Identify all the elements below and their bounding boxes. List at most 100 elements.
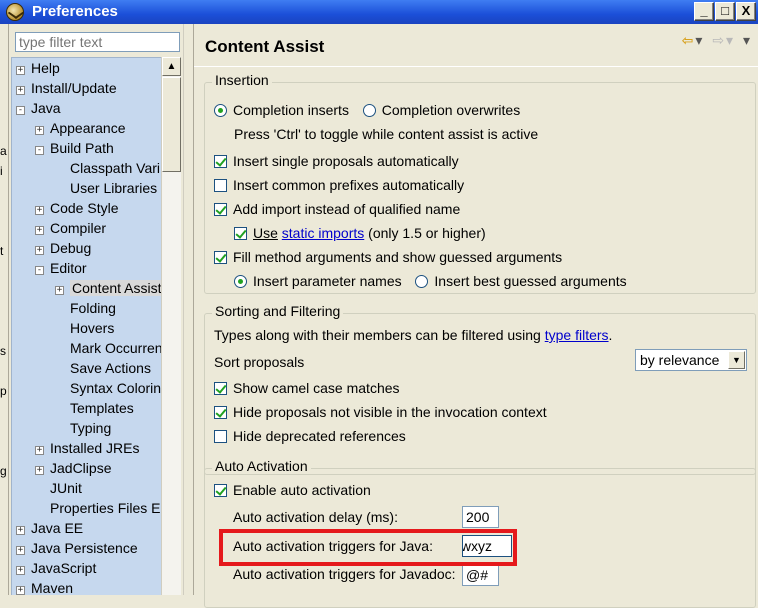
add-import-row[interactable]: Add import instead of qualified name [214, 198, 460, 220]
expand-icon[interactable]: + [16, 546, 25, 555]
back-menu-icon[interactable]: ▾ [695, 32, 702, 48]
filter-input[interactable] [15, 32, 180, 52]
preference-tree[interactable]: + Help + Install/Update - Java + Appearance - Bui… [11, 57, 161, 595]
java-triggers-input[interactable]: /wxyz [462, 535, 512, 557]
add-import-checkbox[interactable] [214, 203, 227, 216]
expand-icon[interactable]: + [16, 66, 25, 75]
close-button[interactable]: X [736, 2, 756, 21]
tree-item-label[interactable]: Help [31, 60, 60, 76]
static-imports-link[interactable]: static imports [282, 225, 364, 241]
expand-icon[interactable]: + [55, 286, 64, 295]
tree-item[interactable]: Mark Occurren [55, 338, 161, 358]
tree-item[interactable]: User Libraries [55, 178, 157, 198]
tree-item[interactable]: + Content Assist [55, 278, 161, 298]
insert-prefixes-checkbox[interactable] [214, 179, 227, 192]
tree-item-label[interactable]: Mark Occurren [70, 340, 161, 356]
tree-item[interactable]: Properties Files E [35, 498, 160, 518]
tree-item[interactable]: - Build Path [35, 138, 114, 158]
tree-item[interactable]: JUnit [35, 478, 82, 498]
expand-icon[interactable]: + [35, 246, 44, 255]
tree-item-label[interactable]: JadClipse [50, 460, 111, 476]
tree-item[interactable]: + Help [16, 58, 60, 78]
tree-item-label[interactable]: Compiler [50, 220, 106, 236]
tree-item[interactable]: Templates [55, 398, 134, 418]
view-menu-icon[interactable]: ▾ [743, 32, 750, 48]
tree-item-label[interactable]: Hovers [70, 320, 114, 336]
tree-item-label[interactable]: JUnit [50, 480, 82, 496]
completion-inserts-label[interactable]: Completion inserts [233, 102, 349, 118]
completion-overwrites-radio[interactable] [362, 104, 376, 117]
sort-proposals-select[interactable]: by relevance ▼ [635, 349, 747, 371]
tree-item-label[interactable]: Code Style [50, 200, 118, 216]
camel-case-label[interactable]: Show camel case matches [233, 380, 400, 396]
scroll-thumb[interactable] [162, 77, 181, 172]
expand-icon[interactable]: + [16, 86, 25, 95]
panel-sash[interactable] [183, 24, 193, 595]
type-filters-link[interactable]: type filters [545, 327, 609, 343]
tree-item-label[interactable]: Save Actions [70, 360, 151, 376]
collapse-icon[interactable]: - [16, 106, 25, 115]
tree-item-label[interactable]: JavaScript [31, 560, 96, 576]
expand-icon[interactable]: + [35, 126, 44, 135]
collapse-icon[interactable]: - [35, 266, 44, 275]
tree-scrollbar[interactable]: ▲ [161, 57, 181, 595]
tree-item-label[interactable]: Classpath Vari [70, 160, 160, 176]
expand-icon[interactable]: + [35, 466, 44, 475]
add-import-label[interactable]: Add import instead of qualified name [233, 201, 460, 217]
insert-single-checkbox[interactable] [214, 155, 227, 168]
use-label[interactable]: Use [253, 225, 278, 241]
expand-icon[interactable]: + [35, 446, 44, 455]
maximize-button[interactable]: □ [715, 2, 735, 21]
scroll-up-arrow-icon[interactable]: ▲ [162, 57, 181, 76]
insert-param-names-label[interactable]: Insert parameter names [253, 273, 402, 289]
tree-item[interactable]: + JavaScript [16, 558, 96, 578]
tree-item-label[interactable]: Maven [31, 580, 73, 595]
tree-item[interactable]: + Install/Update [16, 78, 117, 98]
tree-item[interactable]: Syntax Colorin [55, 378, 161, 398]
tree-item-label[interactable]: Java Persistence [31, 540, 138, 556]
expand-icon[interactable]: + [35, 226, 44, 235]
chevron-down-icon[interactable]: ▼ [728, 351, 745, 369]
delay-input[interactable]: 200 [462, 506, 499, 528]
tree-item-label[interactable]: Java [31, 100, 61, 116]
tree-item[interactable]: + Maven [16, 578, 73, 595]
tree-item-label[interactable]: Debug [50, 240, 91, 256]
fill-method-checkbox[interactable] [214, 251, 227, 264]
tree-item-label[interactable]: Properties Files E [50, 500, 160, 516]
tree-item[interactable]: Hovers [55, 318, 114, 338]
tree-item-label[interactable]: Build Path [50, 140, 114, 156]
tree-item-label[interactable]: User Libraries [70, 180, 157, 196]
tree-item[interactable]: + Code Style [35, 198, 118, 218]
completion-overwrites-label[interactable]: Completion overwrites [382, 102, 521, 118]
expand-icon[interactable]: + [16, 586, 25, 595]
minimize-button[interactable]: _ [694, 2, 714, 21]
tree-item[interactable]: Typing [55, 418, 111, 438]
tree-item-label[interactable]: Templates [70, 400, 134, 416]
forward-menu-icon[interactable]: ▾ [726, 32, 733, 48]
hide-deprecated-checkbox[interactable] [214, 430, 227, 443]
tree-item[interactable]: + Installed JREs [35, 438, 139, 458]
tree-item[interactable]: Save Actions [55, 358, 151, 378]
insert-best-guessed-radio[interactable] [415, 275, 429, 288]
back-arrow-icon[interactable]: ⇦ [682, 32, 694, 48]
camel-case-row[interactable]: Show camel case matches [214, 377, 400, 399]
tree-item-label[interactable]: Appearance [50, 120, 126, 136]
fill-method-label[interactable]: Fill method arguments and show guessed a… [233, 249, 562, 265]
hide-deprecated-row[interactable]: Hide deprecated references [214, 425, 406, 447]
hide-not-visible-checkbox[interactable] [214, 406, 227, 419]
insert-prefixes-row[interactable]: Insert common prefixes automatically [214, 174, 464, 196]
enable-auto-label[interactable]: Enable auto activation [233, 482, 371, 498]
expand-icon[interactable]: + [16, 526, 25, 535]
tree-item-label[interactable]: Java EE [31, 520, 83, 536]
tree-item[interactable]: + Appearance [35, 118, 126, 138]
tree-item[interactable]: Classpath Vari [55, 158, 160, 178]
javadoc-triggers-input[interactable]: @# [462, 564, 499, 586]
enable-auto-checkbox[interactable] [214, 484, 227, 497]
tree-item-label[interactable]: Editor [50, 260, 87, 276]
forward-arrow-icon[interactable]: ⇨ [712, 32, 724, 48]
hide-not-visible-row[interactable]: Hide proposals not visible in the invoca… [214, 401, 547, 423]
completion-inserts-radio[interactable] [214, 104, 227, 117]
enable-auto-row[interactable]: Enable auto activation [214, 479, 371, 501]
tree-item-label[interactable]: Content Assist [70, 280, 161, 296]
tree-item[interactable]: + JadClipse [35, 458, 111, 478]
